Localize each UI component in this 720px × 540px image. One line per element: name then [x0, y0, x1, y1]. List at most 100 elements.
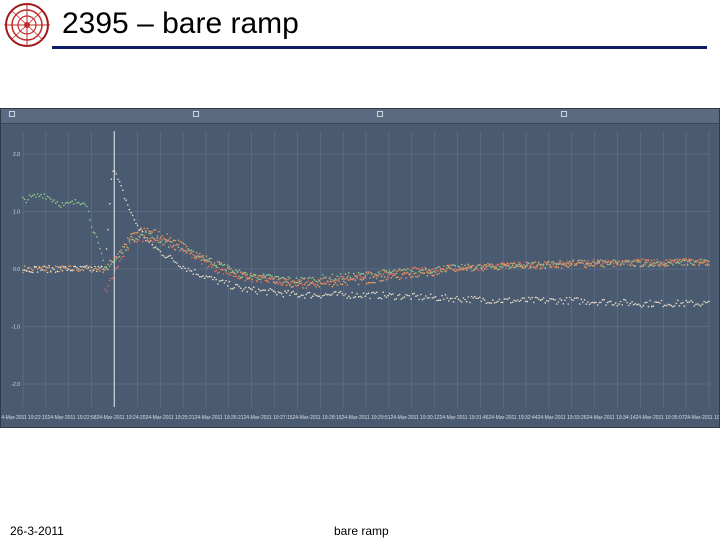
- legend-item[interactable]: [9, 111, 17, 118]
- data-point: [528, 267, 530, 270]
- data-point: [519, 299, 522, 302]
- data-point: [278, 281, 281, 283]
- data-point: [358, 274, 360, 276]
- data-point: [670, 262, 673, 264]
- data-point: [35, 196, 37, 198]
- x-tick-label: 24-Mar-2011 19:31:46: [439, 415, 488, 421]
- data-point: [131, 237, 134, 239]
- data-point: [136, 241, 138, 243]
- data-point: [469, 265, 471, 268]
- data-point: [441, 268, 444, 270]
- data-point: [91, 266, 93, 269]
- data-point: [366, 293, 368, 295]
- data-point: [198, 257, 200, 260]
- checkbox-icon: [561, 111, 567, 117]
- data-point: [330, 294, 332, 297]
- data-point: [40, 193, 42, 196]
- data-point: [668, 303, 671, 306]
- data-point: [335, 279, 337, 282]
- data-point: [451, 297, 453, 300]
- data-point: [433, 274, 435, 277]
- data-point: [86, 205, 88, 208]
- data-point: [565, 262, 568, 264]
- data-point: [308, 291, 311, 294]
- data-point: [122, 189, 124, 191]
- data-point: [695, 303, 697, 306]
- legend-item[interactable]: [193, 111, 201, 118]
- data-point: [261, 289, 263, 292]
- y-tick-label: -2.0: [11, 382, 20, 388]
- data-point: [124, 248, 127, 251]
- data-point: [130, 235, 132, 238]
- data-point: [81, 268, 83, 271]
- data-point: [216, 272, 219, 274]
- data-point: [650, 305, 653, 308]
- data-point: [104, 266, 106, 268]
- data-point: [235, 283, 237, 286]
- data-point: [390, 271, 393, 274]
- data-point: [348, 275, 350, 277]
- data-point: [312, 276, 314, 279]
- x-tick-label: 24-Mar-2011 19:29:51: [341, 415, 390, 421]
- data-point: [691, 263, 694, 266]
- data-point: [672, 264, 674, 266]
- data-point: [213, 276, 216, 279]
- data-point: [217, 283, 219, 285]
- data-point: [692, 259, 694, 261]
- data-point: [349, 297, 352, 299]
- data-point: [485, 264, 488, 266]
- data-point: [403, 296, 406, 298]
- data-point: [331, 285, 334, 288]
- data-point: [372, 291, 375, 294]
- data-point: [667, 303, 669, 306]
- data-point: [656, 258, 658, 261]
- data-point: [601, 299, 604, 301]
- data-point: [149, 237, 151, 240]
- data-point: [50, 270, 52, 272]
- data-point: [384, 276, 386, 278]
- data-point: [312, 282, 314, 285]
- data-point: [366, 282, 368, 285]
- data-point: [297, 279, 300, 281]
- data-point: [102, 259, 104, 262]
- data-point: [392, 272, 395, 275]
- data-point: [678, 305, 681, 307]
- data-point: [490, 267, 493, 269]
- data-point: [516, 265, 519, 267]
- data-point: [76, 269, 78, 271]
- data-point: [317, 278, 320, 281]
- data-point: [475, 297, 478, 300]
- data-point: [385, 296, 388, 299]
- data-point: [174, 261, 177, 264]
- data-point: [33, 193, 36, 196]
- scatter-plot[interactable]: 2.01.00.0-1.0-2.024-Mar-2011 19:22:15 24-…: [1, 123, 719, 427]
- data-point: [258, 288, 260, 290]
- data-point: [127, 248, 130, 251]
- data-point: [667, 261, 670, 263]
- data-point: [429, 271, 432, 273]
- data-point: [518, 265, 520, 267]
- data-point: [546, 263, 548, 266]
- data-point: [523, 264, 525, 266]
- data-point: [307, 292, 309, 294]
- data-point: [178, 243, 180, 246]
- data-point: [642, 265, 645, 267]
- data-point: [644, 301, 646, 304]
- data-point: [362, 273, 365, 275]
- data-point: [183, 250, 186, 252]
- legend-item[interactable]: [561, 111, 569, 118]
- data-point: [153, 247, 155, 249]
- data-point: [256, 293, 258, 295]
- data-point: [701, 258, 703, 261]
- data-point: [61, 202, 64, 204]
- data-point: [680, 302, 682, 305]
- data-point: [167, 246, 170, 248]
- data-point: [449, 267, 452, 269]
- data-point: [325, 283, 327, 285]
- data-point: [267, 281, 270, 283]
- data-point: [179, 265, 181, 268]
- data-point: [385, 278, 388, 281]
- data-point: [156, 240, 158, 242]
- legend-item[interactable]: [377, 111, 385, 118]
- data-point: [361, 272, 363, 275]
